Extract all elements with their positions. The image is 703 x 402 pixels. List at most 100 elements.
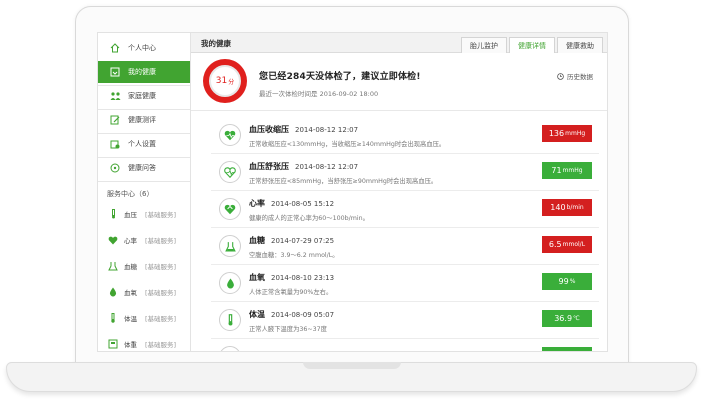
page-title: 我的健康 [201,39,231,48]
record-time: 2014-08-10 23:13 [271,274,335,282]
service-label: 心率 [124,237,137,245]
thermometer-icon [219,309,241,331]
list-item[interactable]: 体温 2014-08-09 05:07 正常人腋下温度为36~37度 36.9 ℃ [191,302,607,339]
sidebar-item-health-qa[interactable]: 健康问答 [98,157,190,179]
record-description: 空腹血糖：3.9～6.2 mmol/L。 [249,252,339,259]
sidebar-item-label: 家庭健康 [128,92,156,100]
list-item[interactable]: 血氧 2014-08-10 23:13 人体正常含氧量为90%左右。 99% [191,265,607,302]
sidebar-item-family-health[interactable]: 家庭健康 [98,85,190,107]
record-title: 血压收缩压 2014-08-12 12:07 [249,124,358,135]
record-value: 36.9 [554,314,573,323]
health-score-badge: 31 分 [203,59,247,103]
sidebar-item-health-assessment[interactable]: 健康测评 [98,109,190,131]
list-item[interactable]: 血压收缩压 2014-08-12 12:07 正常收缩压应<130mmHg，当收缩… [191,117,607,154]
edit-icon [109,114,121,126]
pressure-gauge-icon [108,209,118,219]
record-value-badge [542,347,592,351]
record-time: 2014-08-12 12:07 [295,163,359,171]
record-unit: % [569,278,576,285]
home-icon [109,42,121,54]
heart-rate-icon [108,235,118,245]
service-item-blood-oxygen[interactable]: 血氧 [基础服务] [98,285,190,299]
sidebar-item-label: 个人中心 [128,44,156,52]
service-tag: [基础服务] [145,263,177,271]
record-name: 心率 [249,199,265,208]
record-value-badge: 136 mmHg [542,125,592,142]
record-description: 正常人腋下温度为36~37度 [249,326,327,333]
record-name: 血压舒张压 [249,162,289,171]
health-records-list: 血压收缩压 2014-08-12 12:07 正常收缩压应<130mmHg，当收缩… [191,113,607,351]
service-item-blood-glucose[interactable]: 血糖 [基础服务] [98,259,190,273]
service-label: 血糖 [124,263,137,271]
settings-icon [109,138,121,150]
record-time: 2014-08-12 12:07 [295,126,359,134]
laptop-notch [303,362,401,369]
screen: 个人中心 我的健康 家庭健康 健康测评 个人设置 健康问答 服务中心（6） 血压… [97,32,608,352]
divider [98,181,190,182]
heart-pulse-icon [219,161,241,183]
service-item-heart-rate[interactable]: 心率 [基础服务] [98,233,190,247]
heart-icon [219,124,241,146]
family-icon [109,90,121,102]
record-time: 2014-08-09 05:07 [271,311,335,319]
record-title: 体温 2014-08-09 05:07 [249,309,334,320]
sidebar-item-label: 我的健康 [128,68,156,76]
record-unit: mmHg [562,167,583,174]
record-value: 6.5 [548,240,562,249]
record-unit: mmHg [565,130,586,137]
record-unit: b/min [566,204,584,211]
service-label: 血氧 [124,289,137,297]
history-data-link[interactable]: 历史数据 [557,71,593,81]
record-description: 人体正常含氧量为90%左右。 [249,289,333,296]
sidebar-item-personal-center[interactable]: 个人中心 [98,37,190,59]
glucose-icon [108,261,118,271]
record-value-badge: 36.9 ℃ [542,310,592,327]
service-item-body-temperature[interactable]: 体温 [基础服务] [98,311,190,325]
drop-icon [108,287,118,297]
chat-icon [109,162,121,174]
glucose-icon [219,235,241,257]
record-description: 正常舒张压应<85mmHg，当舒张压≥90mmHg时会出现高血压。 [249,178,438,185]
list-item[interactable]: 血糖 2014-07-29 07:25 空腹血糖：3.9～6.2 mmol/L。 … [191,228,607,265]
record-name: 体温 [249,310,265,319]
record-title: 血氧 2014-08-10 23:13 [249,272,334,283]
record-time: 2014-08-05 15:12 [271,200,335,208]
clock-icon [557,72,564,80]
sidebar: 个人中心 我的健康 家庭健康 健康测评 个人设置 健康问答 服务中心（6） 血压… [98,33,191,351]
service-tag: [基础服务] [145,211,177,219]
service-label: 血压 [124,211,137,219]
sidebar-item-my-health[interactable]: 我的健康 [98,61,190,83]
sidebar-item-label: 健康问答 [128,164,156,172]
service-item-weight[interactable]: 体重 [基础服务] [98,337,190,351]
sidebar-item-label: 个人设置 [128,140,156,148]
sidebar-item-label: 健康测评 [128,116,156,124]
record-description: 健康的成人的正常心率为60～100b/min。 [249,215,369,222]
scale-icon [108,339,118,349]
scale-icon [219,346,241,351]
list-item[interactable]: 心率 2014-08-05 15:12 健康的成人的正常心率为60～100b/mi… [191,191,607,228]
record-name: 血氧 [249,273,265,282]
tab-health-details[interactable]: 健康详情 [509,37,555,54]
last-checkup-time: 最近一次体检时间是 2016-09-02 18:00 [259,90,379,98]
service-label: 体温 [124,315,137,323]
checkup-reminder: 您已经284天没体检了，建议立即体检! [259,72,421,82]
service-tag: [基础服务] [145,315,177,323]
service-tag: [基础服务] [145,237,177,245]
tab-fetal-monitoring[interactable]: 胎儿监护 [461,37,507,53]
record-title: 血压舒张压 2014-08-12 12:07 [249,161,358,172]
history-label: 历史数据 [567,73,593,81]
record-value: 71 [551,166,562,175]
tab-health-aid[interactable]: 健康救助 [557,37,603,53]
drop-icon [219,272,241,294]
service-tag: [基础服务] [145,289,177,297]
checkup-alert: 31 分 您已经284天没体检了，建议立即体检! 最近一次体检时间是 2016-0… [191,53,607,111]
sidebar-item-settings[interactable]: 个人设置 [98,133,190,155]
service-item-blood-pressure[interactable]: 血压 [基础服务] [98,207,190,221]
record-time: 2014-07-29 07:25 [271,237,335,245]
service-label: 体重 [124,341,137,349]
record-value: 99 [558,277,569,286]
heart-doc-icon [109,66,121,78]
record-value-badge: 6.5 mmol/L [542,236,592,253]
list-item[interactable]: 血压舒张压 2014-08-12 12:07 正常舒张压应<85mmHg，当舒张压… [191,154,607,191]
list-item-partial[interactable] [191,339,607,351]
